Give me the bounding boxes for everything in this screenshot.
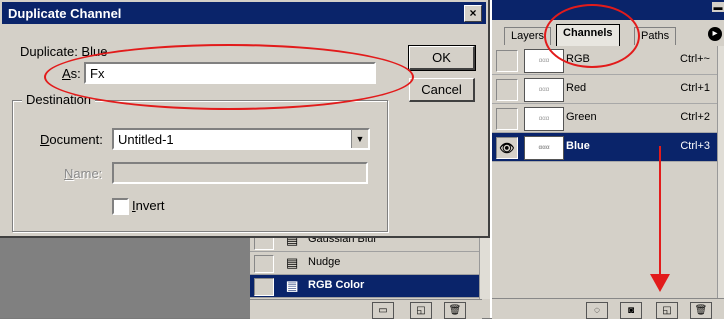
channel-thumbnail: ααα — [524, 78, 564, 102]
trash-icon[interactable]: 🗑 — [690, 302, 712, 319]
invert-checkbox[interactable] — [112, 198, 129, 215]
channel-shortcut: Ctrl+1 — [680, 82, 710, 94]
name-label: Name: — [64, 166, 103, 181]
name-input-disabled — [112, 162, 368, 184]
action-item[interactable]: ▤ Nudge — [250, 252, 482, 275]
document-label: Document: — [40, 132, 103, 147]
channel-name: Red — [566, 82, 587, 94]
channel-name: Green — [566, 111, 597, 123]
channel-shortcut: Ctrl+2 — [680, 111, 710, 123]
save-selection-icon[interactable]: ◙ — [620, 302, 642, 319]
action-toggle-checkbox[interactable] — [254, 278, 274, 296]
channel-row-blue[interactable]: 👁 ααα Blue Ctrl+3 — [492, 133, 718, 162]
new-action-icon[interactable]: ◱ — [410, 302, 432, 319]
chevron-down-icon[interactable]: ▼ — [351, 130, 368, 148]
cancel-button[interactable]: Cancel — [409, 78, 475, 102]
duplicate-channel-dialog: Duplicate Channel × Duplicate: Blue As: … — [0, 0, 490, 238]
eye-icon[interactable]: 👁 — [496, 137, 518, 159]
annotation-ellipse-as-field — [44, 44, 414, 110]
channel-thumbnail: ααα — [524, 136, 564, 160]
actions-scrollbar[interactable] — [479, 233, 490, 299]
annotation-arrow-line — [659, 146, 661, 278]
tab-paths[interactable]: Paths — [634, 27, 677, 45]
palette-menu-icon[interactable]: ▸ — [708, 27, 722, 41]
minimize-icon[interactable]: ▬ — [712, 2, 724, 12]
palette-tabs: Layers Channels Paths ▸ — [492, 24, 724, 47]
visibility-toggle[interactable] — [496, 79, 518, 101]
dialog-title: Duplicate Channel — [8, 6, 122, 21]
channel-row-green[interactable]: ααα Green Ctrl+2 — [492, 104, 718, 133]
channels-toolbar: ◌ ◙ ◱ 🗑 — [492, 298, 724, 319]
ok-button[interactable]: OK — [408, 45, 476, 71]
new-channel-icon[interactable]: ◱ — [656, 302, 678, 319]
dialog-titlebar[interactable]: Duplicate Channel × — [2, 2, 486, 24]
channel-thumbnail: ααα — [524, 107, 564, 131]
channel-shortcut: Ctrl+3 — [680, 140, 710, 152]
close-icon[interactable]: × — [464, 5, 482, 22]
action-label: RGB Color — [308, 279, 365, 291]
invert-label[interactable]: Invert — [132, 198, 165, 213]
channels-scrollbar[interactable] — [717, 46, 724, 298]
channel-row-red[interactable]: ααα Red Ctrl+1 — [492, 75, 718, 104]
annotation-arrow-head — [650, 274, 670, 292]
trash-icon[interactable]: 🗑 — [444, 302, 466, 319]
action-toggle-checkbox[interactable] — [254, 255, 274, 273]
action-label: Nudge — [308, 256, 341, 268]
action-step-icon: ▤ — [286, 278, 299, 293]
actions-toolbar: ▭ ◱ 🗑 — [250, 299, 482, 319]
actions-panel: ▤ Gaussian Blur ▤ Nudge ▤ RGB Color ▭ ◱ … — [250, 232, 490, 319]
tab-channels[interactable]: Channels — [556, 24, 620, 46]
new-set-icon[interactable]: ▭ — [372, 302, 394, 319]
channel-shortcut: Ctrl+~ — [680, 53, 710, 65]
action-item-selected[interactable]: ▤ RGB Color — [250, 275, 482, 298]
action-step-icon: ▤ — [286, 255, 299, 270]
load-selection-icon[interactable]: ◌ — [586, 302, 608, 319]
visibility-toggle[interactable] — [496, 50, 518, 72]
channel-list: ααα RGB Ctrl+~ ααα Red Ctrl+1 ααα Green … — [492, 46, 718, 298]
visibility-toggle[interactable] — [496, 108, 518, 130]
document-select-value: Untitled-1 — [118, 132, 174, 147]
channel-name: Blue — [566, 140, 590, 152]
document-select[interactable]: Untitled-1 ▼ — [112, 128, 370, 150]
